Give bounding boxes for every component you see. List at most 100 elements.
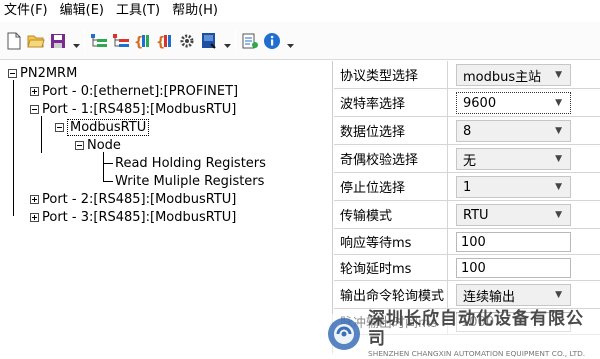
prop-label: 波特率选择 (334, 89, 448, 116)
tree-node-label: Node (87, 137, 121, 153)
add-port-icon[interactable] (89, 30, 109, 52)
baud-select[interactable]: 9600 ▼ (456, 92, 571, 114)
collapse-icon[interactable] (8, 68, 17, 78)
prop-label: 传输模式 (334, 201, 448, 228)
tree-port-2-label: Port - 2:[RS485]:[ModbusRTU] (42, 191, 237, 207)
prop-label: 停止位选择 (334, 173, 448, 200)
settings-icon[interactable] (177, 30, 197, 52)
prop-row-stopbits: 停止位选择 1 ▼ (334, 173, 600, 201)
toolbar-group-edit: { { (89, 30, 233, 52)
menu-help[interactable]: 帮助(H) (166, 0, 224, 22)
tree-node[interactable]: Node (75, 136, 121, 154)
mode-value: RTU (463, 207, 489, 223)
write-register-icon[interactable]: { (155, 30, 175, 52)
tree-write-multiple[interactable]: Write Muliple Registers (103, 172, 264, 190)
tree-port-3[interactable]: Port - 3:[RS485]:[ModbusRTU] (30, 208, 236, 226)
protocol-value: modbus主站 (463, 69, 542, 85)
tree-port-1[interactable]: Port - 1:[RS485]:[ModbusRTU] (30, 100, 236, 118)
menu-tools[interactable]: 工具(T) (110, 0, 166, 22)
toolbar-group-file (4, 30, 82, 52)
prop-label: 数据位选择 (334, 117, 448, 144)
baud-value: 9600 (463, 95, 497, 111)
stopbits-value: 1 (463, 179, 472, 195)
save-icon[interactable] (48, 30, 68, 52)
protocol-select[interactable]: modbus主站 ▼ (456, 64, 571, 86)
expand-icon[interactable] (30, 86, 39, 96)
output-mode-select[interactable]: 连续输出 ▼ (456, 284, 571, 306)
databits-select[interactable]: 8 ▼ (456, 120, 571, 142)
device-tree: PN2MRM Port - 0:[ethernet]:[PROFINET] Po… (0, 61, 333, 354)
mode-select[interactable]: RTU ▼ (456, 204, 571, 226)
toolbar-overflow-icon[interactable] (70, 30, 82, 52)
tree-connector (103, 180, 113, 182)
watermark-text: 深圳长欣自动化设备有限公司 SHENZHEN CHANGXIN AUTOMATI… (368, 309, 600, 359)
parity-value: 无 (463, 153, 477, 169)
prop-label: 输出命令轮询模式 (334, 281, 448, 308)
collapse-icon[interactable] (55, 122, 64, 132)
tree-write-label: Write Muliple Registers (115, 173, 265, 189)
menu-edit[interactable]: 编辑(E) (54, 0, 110, 22)
tree-root[interactable]: PN2MRM (8, 64, 77, 82)
chevron-down-icon: ▼ (555, 154, 562, 164)
tree-port-3-label: Port - 3:[RS485]:[ModbusRTU] (42, 209, 237, 225)
prop-row-protocol: 协议类型选择 modbus主站 ▼ (334, 61, 600, 89)
collapse-icon[interactable] (30, 104, 39, 114)
toolbar-group-help (240, 30, 296, 52)
tree-port-1-label: Port - 1:[RS485]:[ModbusRTU] (42, 101, 237, 117)
stopbits-select[interactable]: 1 ▼ (456, 176, 571, 198)
chevron-down-icon: ▼ (555, 98, 562, 108)
expand-icon[interactable] (30, 194, 39, 204)
watermark-en: SHENZHEN CHANGXIN AUTOMATION EQUIPMENT C… (368, 349, 586, 358)
output-mode-value: 连续输出 (463, 289, 516, 305)
tree-connector (103, 162, 113, 164)
prop-label: 响应等待ms (334, 229, 448, 254)
chevron-down-icon: ▼ (555, 290, 562, 300)
properties-icon[interactable] (240, 30, 260, 52)
tree-port-0[interactable]: Port - 0:[ethernet]:[PROFINET] (30, 82, 238, 100)
add-node-icon[interactable] (111, 30, 131, 52)
prop-label: 轮询延时ms (334, 255, 448, 280)
read-register-icon[interactable]: { (133, 30, 153, 52)
toolbar: { { (0, 22, 600, 60)
prop-row-response: 响应等待ms 100 (334, 229, 600, 255)
chevron-down-icon: ▼ (555, 182, 562, 192)
databits-value: 8 (463, 123, 472, 139)
prop-row-output-mode: 输出命令轮询模式 连续输出 ▼ (334, 281, 600, 309)
prop-label: 协议类型选择 (334, 61, 448, 88)
new-file-icon[interactable] (4, 30, 24, 52)
menu-bar: 文件(F) 编辑(E) 工具(T) 帮助(H) (0, 0, 600, 22)
watermark-cn: 深圳长欣自动化设备有限公司 (368, 309, 584, 349)
collapse-icon[interactable] (75, 140, 84, 150)
tree-port-2[interactable]: Port - 2:[RS485]:[ModbusRTU] (30, 190, 236, 208)
poll-delay-input[interactable]: 100 (456, 258, 571, 278)
toolbar-overflow-icon[interactable] (221, 30, 233, 52)
open-folder-icon[interactable] (26, 30, 46, 52)
prop-row-poll-delay: 轮询延时ms 100 (334, 255, 600, 281)
download-icon[interactable] (199, 30, 219, 52)
menu-file[interactable]: 文件(F) (0, 0, 54, 22)
prop-row-databits: 数据位选择 8 ▼ (334, 117, 600, 145)
toolbar-overflow-icon[interactable] (284, 30, 296, 52)
tree-port-0-label: Port - 0:[ethernet]:[PROFINET] (42, 83, 239, 99)
prop-row-parity: 奇偶校验选择 无 ▼ (334, 145, 600, 173)
toolbar-separator (235, 27, 236, 54)
prop-row-baud: 波特率选择 9600 ▼ (334, 89, 600, 117)
svg-text:{: { (156, 35, 165, 50)
tree-modbus[interactable]: ModbusRTU (55, 118, 150, 136)
response-wait-input[interactable]: 100 (456, 232, 571, 252)
parity-select[interactable]: 无 ▼ (456, 148, 571, 170)
chevron-down-icon: ▼ (555, 126, 562, 136)
tree-read-label: Read Holding Registers (115, 155, 266, 171)
tree-read-holding[interactable]: Read Holding Registers (103, 154, 266, 172)
company-logo-icon (328, 318, 360, 350)
info-icon[interactable] (262, 30, 282, 52)
svg-text:{: { (134, 35, 143, 50)
chevron-down-icon: ▼ (555, 70, 562, 80)
prop-row-mode: 传输模式 RTU ▼ (334, 201, 600, 229)
tree-line (13, 80, 14, 216)
expand-icon[interactable] (30, 212, 39, 222)
company-watermark: 深圳长欣自动化设备有限公司 SHENZHEN CHANGXIN AUTOMATI… (326, 309, 600, 358)
prop-label: 奇偶校验选择 (334, 145, 448, 172)
tree-modbus-label: ModbusRTU (67, 118, 150, 136)
chevron-down-icon: ▼ (555, 210, 562, 220)
